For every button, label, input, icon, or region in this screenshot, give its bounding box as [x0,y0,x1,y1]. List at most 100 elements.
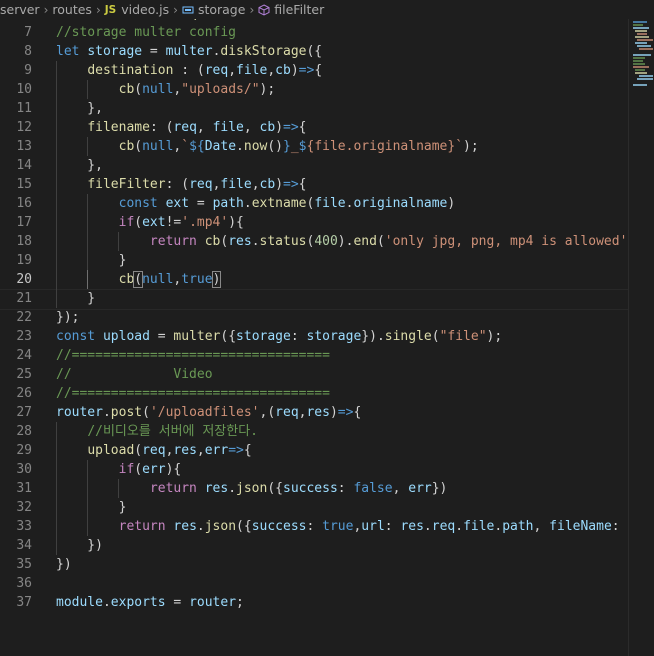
line-number: 37 [16,595,32,610]
line-number: 11 [16,101,32,116]
line-number: 19 [16,253,32,268]
method-symbol-icon [258,3,270,16]
minimap-line [635,69,645,71]
minimap-line [633,84,647,86]
code-line: filename: (req, file, cb)=>{ [56,118,628,137]
breadcrumb-file[interactable]: JS video.js [105,2,169,17]
code-line: cb(null,`${Date.now()}_${file.originalna… [56,137,628,156]
line-number: 24 [16,348,32,363]
line-number: 8 [24,44,32,59]
code-line: }, [56,99,103,118]
line-number: 23 [16,329,32,344]
line-number: 15 [16,177,32,192]
line-number: 14 [16,158,32,173]
code-line: router.post('/uploadfiles',(req,res)=>{ [56,405,362,420]
breadcrumb-label: video.js [121,2,170,17]
minimap-line [633,66,649,68]
code-line: // Video [56,367,213,382]
line-number: 10 [16,82,32,97]
minimap-line [635,72,647,74]
code-line: //================================= [56,348,330,363]
code-content[interactable]: const multer = require("multer"); //stor… [56,19,628,612]
minimap-line [637,78,653,80]
code-editor[interactable]: 6 7 8 9 10 11 12 13 14 15 16 17 18 19 20… [0,19,628,656]
code-line: cb(null,"uploads/"); [56,80,628,99]
code-line: let storage = multer.diskStorage({ [56,44,323,59]
line-number: 31 [16,481,32,496]
minimap-line [639,75,653,77]
minimap-line [637,45,651,47]
line-number: 35 [16,557,32,572]
breadcrumb-label: server [0,2,40,17]
breadcrumb-filefilter[interactable]: fileFilter [258,2,324,17]
minimap-line [633,24,643,26]
code-line: //비디오를 서버에 저장한다. [56,422,628,441]
line-number: 13 [16,139,32,154]
line-number: 7 [24,25,32,40]
line-number: 29 [16,443,32,458]
breadcrumb-routes[interactable]: routes [52,2,92,17]
minimap-line [635,36,649,38]
code-line: if(err){ [56,460,628,479]
code-line: if(ext!='.mp4'){ [56,213,628,232]
line-number: 16 [16,196,32,211]
line-number: 17 [16,215,32,230]
line-number-gutter: 6 7 8 9 10 11 12 13 14 15 16 17 18 19 20… [0,19,32,612]
line-number: 36 [16,576,32,591]
minimap-line [635,42,647,44]
line-number: 33 [16,519,32,534]
minimap-line [633,21,647,23]
line-number: 26 [16,386,32,401]
line-number-active: 20 [16,272,32,287]
code-line: } [56,251,127,270]
code-line: const upload = multer({storage: storage}… [56,329,503,344]
breadcrumb-server[interactable]: server [0,2,40,17]
code-line: const ext = path.extname(file.originalna… [56,194,628,213]
minimap[interactable] [628,19,654,656]
chevron-right-icon: › [43,2,49,17]
minimap-line [637,39,653,41]
code-line: //storage multer config [56,25,237,40]
minimap-line [633,54,651,56]
breadcrumb-storage[interactable]: storage [182,2,246,17]
minimap-line [635,30,647,32]
line-number: 32 [16,500,32,515]
line-number: 28 [16,424,32,439]
line-number: 9 [24,63,32,78]
chevron-right-icon: › [95,2,101,17]
code-line: return res.json({success: true,url: res.… [56,517,628,536]
code-line: upload(req,res,err=>{ [56,441,628,460]
code-line: //================================= [56,386,330,401]
javascript-file-icon: JS [104,3,117,16]
line-number: 12 [16,120,32,135]
variable-symbol-icon [182,6,194,13]
minimap-line [633,57,645,59]
minimap-line [639,48,653,50]
chevron-right-icon: › [173,2,178,17]
minimap-line [633,63,645,65]
code-line: }); [56,310,80,325]
line-number: 27 [16,405,32,420]
line-number: 30 [16,462,32,477]
line-number: 25 [16,367,32,382]
code-line: }) [56,536,103,555]
code-line: return res.json({success: false, err}) [56,479,628,498]
code-line: destination : (req,file,cb)=>{ [56,61,628,80]
breadcrumb-label: storage [197,2,246,17]
minimap-line [633,27,649,29]
minimap-line [633,60,643,62]
line-number: 22 [16,310,32,325]
breadcrumb-label: routes [52,2,92,17]
breadcrumb-label: fileFilter [274,2,325,17]
breadcrumb: server › routes › JS video.js › storage … [0,0,654,19]
code-line: }) [56,557,72,572]
code-line: fileFilter: (req,file,cb)=>{ [56,175,628,194]
minimap-line [637,33,647,35]
line-number: 18 [16,234,32,249]
code-line: return cb(res.status(400).end('only jpg,… [56,232,628,251]
code-line: } [56,289,96,308]
code-line: }, [56,156,103,175]
code-line: module.exports = router; [56,595,244,610]
line-number: 34 [16,538,32,553]
